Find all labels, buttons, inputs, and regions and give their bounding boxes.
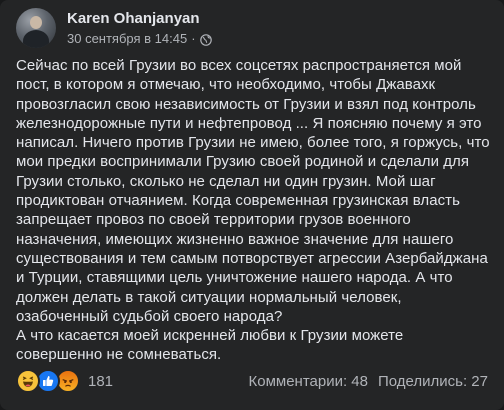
reaction-icons — [16, 369, 80, 393]
avatar-body — [23, 30, 49, 48]
post-stats: Комментарии: 48 Поделились: 27 — [249, 373, 489, 390]
separator-dot: · — [191, 31, 196, 46]
shares-count-link[interactable]: Поделились: 27 — [378, 373, 488, 390]
reaction-count[interactable]: 181 — [88, 373, 113, 390]
post-meta: Karen Ohanjanyan 30 сентября в 14:45 · — [67, 9, 212, 47]
globe-icon[interactable] — [199, 33, 212, 46]
author-avatar[interactable] — [16, 8, 56, 48]
reactions-summary[interactable]: 181 — [16, 369, 113, 393]
post-footer: 181 Комментарии: 48 Поделились: 27 — [16, 368, 488, 394]
post-timestamp[interactable]: 30 сентября в 14:45 — [67, 30, 187, 47]
post-text: Сейчас по всей Грузии во всех соцсетях р… — [16, 57, 490, 364]
author-name[interactable]: Karen Ohanjanyan — [67, 9, 212, 28]
post-header: Karen Ohanjanyan 30 сентября в 14:45 · — [16, 7, 212, 49]
comments-count-link[interactable]: Комментарии: 48 — [249, 373, 369, 390]
post-subline: 30 сентября в 14:45 · — [67, 30, 212, 47]
post-card: Karen Ohanjanyan 30 сентября в 14:45 · С… — [0, 0, 504, 410]
avatar-head — [30, 16, 42, 29]
haha-reaction-icon[interactable] — [16, 369, 40, 393]
